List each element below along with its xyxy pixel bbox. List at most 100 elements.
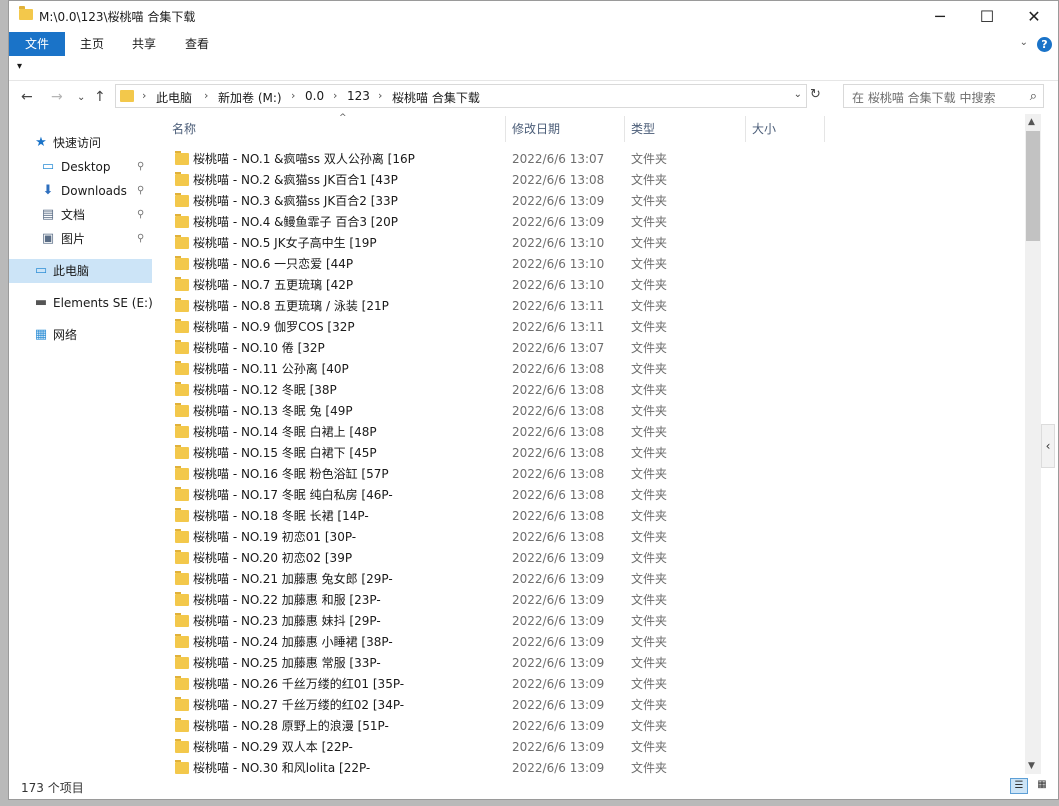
- search-input[interactable]: 在 桜桃喵 合集下载 中搜索 ⌕: [843, 84, 1044, 108]
- folder-icon: [175, 193, 189, 207]
- customize-toolbar-button[interactable]: ▾: [17, 61, 22, 72]
- file-row[interactable]: 桜桃喵 - NO.17 冬眠 纯白私房 [46P- 2022/6/6 13:08 文…: [164, 485, 1016, 506]
- search-icon: ⌕: [1029, 89, 1037, 104]
- column-divider[interactable]: [824, 116, 825, 142]
- file-row[interactable]: 桜桃喵 - NO.2 &疯猫ss JK百合1 [43P 2022/6/6 13:0…: [164, 170, 1016, 191]
- file-name: 桜桃喵 - NO.3 &疯猫ss JK百合2 [33P: [193, 194, 398, 208]
- folder-icon: [175, 508, 189, 522]
- refresh-icon[interactable]: ↻: [810, 87, 821, 102]
- tab-share[interactable]: 共享: [123, 32, 165, 56]
- recent-locations-button[interactable]: ⌄: [77, 92, 85, 103]
- breadcrumb-folder-0-0[interactable]: 0.0: [305, 89, 324, 103]
- nav-item-pictures[interactable]: ▣ 图片 ⚲: [9, 227, 152, 251]
- chevron-down-icon[interactable]: ⌄: [794, 89, 802, 100]
- maximize-button[interactable]: ☐: [964, 1, 1010, 32]
- file-row[interactable]: 桜桃喵 - NO.18 冬眠 长裙 [14P- 2022/6/6 13:08 文件夹: [164, 506, 1016, 527]
- file-row[interactable]: 桜桃喵 - NO.16 冬眠 粉色浴缸 [57P 2022/6/6 13:08 文件…: [164, 464, 1016, 485]
- details-view-icon[interactable]: ☰: [1010, 778, 1028, 794]
- preview-pane-toggle[interactable]: ‹: [1041, 424, 1055, 468]
- tab-home[interactable]: 主页: [71, 32, 113, 56]
- column-header-type[interactable]: 类型: [631, 114, 655, 144]
- nav-item-downloads[interactable]: ⬇ Downloads ⚲: [9, 179, 152, 203]
- breadcrumb-current-folder[interactable]: 桜桃喵 合集下载: [392, 89, 480, 106]
- scrollbar-thumb[interactable]: [1026, 131, 1040, 241]
- nav-item-network[interactable]: ▦ 网络: [9, 323, 152, 347]
- file-row[interactable]: 桜桃喵 - NO.8 五更琉璃 / 泳装 [21P 2022/6/6 13:11 文…: [164, 296, 1016, 317]
- file-name: 桜桃喵 - NO.21 加藤惠 兔女郎 [29P-: [193, 572, 393, 586]
- breadcrumb-drive[interactable]: 新加卷 (M:): [218, 89, 282, 106]
- nav-item-quick-access[interactable]: ★ 快速访问: [9, 131, 152, 155]
- large-icons-view-icon[interactable]: ▦: [1033, 778, 1051, 794]
- nav-item-this-pc[interactable]: ▭ 此电脑: [9, 259, 152, 283]
- file-date: 2022/6/6 13:09: [512, 551, 605, 565]
- file-row[interactable]: 桜桃喵 - NO.10 倦 [32P 2022/6/6 13:07 文件夹: [164, 338, 1016, 359]
- file-row[interactable]: 桜桃喵 - NO.7 五更琉璃 [42P 2022/6/6 13:10 文件夹: [164, 275, 1016, 296]
- nav-item-documents[interactable]: ▤ 文档 ⚲: [9, 203, 152, 227]
- file-row[interactable]: 桜桃喵 - NO.21 加藤惠 兔女郎 [29P- 2022/6/6 13:09 文…: [164, 569, 1016, 590]
- address-bar[interactable]: › 此电脑 › 新加卷 (M:) › 0.0 › 123 › 桜桃喵 合集下载 …: [115, 84, 807, 108]
- expand-ribbon-icon[interactable]: ⌄: [1020, 37, 1028, 48]
- navigation-pane: ★ 快速访问 ▭ Desktop ⚲ ⬇ Downloads ⚲ ▤ 文档 ⚲ …: [9, 114, 155, 774]
- file-row[interactable]: 桜桃喵 - NO.24 加藤惠 小睡裙 [38P- 2022/6/6 13:09 文…: [164, 632, 1016, 653]
- file-row[interactable]: 桜桃喵 - NO.9 伽罗COS [32P 2022/6/6 13:11 文件夹: [164, 317, 1016, 338]
- file-row[interactable]: 桜桃喵 - NO.14 冬眠 白裙上 [48P 2022/6/6 13:08 文件夹: [164, 422, 1016, 443]
- scroll-down-icon[interactable]: ▼: [1028, 761, 1035, 771]
- chevron-right-icon: ›: [333, 89, 338, 102]
- minimize-button[interactable]: ─: [917, 1, 963, 32]
- file-row[interactable]: 桜桃喵 - NO.11 公孙离 [40P 2022/6/6 13:08 文件夹: [164, 359, 1016, 380]
- file-date: 2022/6/6 13:09: [512, 698, 605, 712]
- file-date: 2022/6/6 13:10: [512, 278, 605, 292]
- file-row[interactable]: 桜桃喵 - NO.25 加藤惠 常服 [33P- 2022/6/6 13:09 文件…: [164, 653, 1016, 674]
- forward-button[interactable]: →: [51, 89, 63, 105]
- nav-item-desktop[interactable]: ▭ Desktop ⚲: [9, 155, 152, 179]
- tab-view[interactable]: 查看: [176, 32, 218, 56]
- file-name: 桜桃喵 - NO.22 加藤惠 和服 [23P-: [193, 593, 381, 607]
- column-header-name[interactable]: 名称: [172, 114, 196, 144]
- folder-icon: [175, 214, 189, 228]
- tab-file[interactable]: 文件: [9, 32, 65, 56]
- file-row[interactable]: 桜桃喵 - NO.5 JK女子高中生 [19P 2022/6/6 13:10 文件夹: [164, 233, 1016, 254]
- up-button[interactable]: ↑: [94, 89, 106, 105]
- back-button[interactable]: ←: [21, 89, 33, 105]
- file-name: 桜桃喵 - NO.8 五更琉璃 / 泳装 [21P: [193, 299, 389, 313]
- file-row[interactable]: 桜桃喵 - NO.1 &疯喵ss 双人公孙离 [16P 2022/6/6 13:0…: [164, 149, 1016, 170]
- file-row[interactable]: 桜桃喵 - NO.22 加藤惠 和服 [23P- 2022/6/6 13:09 文件…: [164, 590, 1016, 611]
- file-row[interactable]: 桜桃喵 - NO.28 原野上的浪漫 [51P- 2022/6/6 13:09 文件…: [164, 716, 1016, 737]
- file-row[interactable]: 桜桃喵 - NO.29 双人本 [22P- 2022/6/6 13:09 文件夹: [164, 737, 1016, 758]
- scroll-up-icon[interactable]: ▲: [1028, 117, 1035, 127]
- nav-item-label: 网络: [53, 328, 78, 342]
- file-name: 桜桃喵 - NO.5 JK女子高中生 [19P: [193, 236, 377, 250]
- file-date: 2022/6/6 13:08: [512, 173, 605, 187]
- column-divider[interactable]: [624, 116, 625, 142]
- close-button[interactable]: ✕: [1011, 1, 1057, 32]
- file-row[interactable]: 桜桃喵 - NO.26 千丝万缕的红01 [35P- 2022/6/6 13:09…: [164, 674, 1016, 695]
- file-row[interactable]: 桜桃喵 - NO.27 千丝万缕的红02 [34P- 2022/6/6 13:09…: [164, 695, 1016, 716]
- nav-item-label: 快速访问: [53, 136, 102, 150]
- column-divider[interactable]: [745, 116, 746, 142]
- breadcrumb-this-pc[interactable]: 此电脑: [156, 89, 192, 106]
- file-row[interactable]: 桜桃喵 - NO.4 &鳗鱼霏子 百合3 [20P 2022/6/6 13:09 文…: [164, 212, 1016, 233]
- file-name: 桜桃喵 - NO.20 初恋02 [39P: [193, 551, 353, 565]
- pin-icon: ⚲: [137, 209, 145, 220]
- file-row[interactable]: 桜桃喵 - NO.13 冬眠 兔 [49P 2022/6/6 13:08 文件夹: [164, 401, 1016, 422]
- column-header-date[interactable]: 修改日期: [512, 114, 560, 144]
- vertical-scrollbar[interactable]: ▲ ▼: [1025, 114, 1041, 774]
- nav-item-label: 文档: [61, 208, 86, 222]
- help-icon[interactable]: ?: [1037, 37, 1052, 52]
- column-header-size[interactable]: 大小: [752, 114, 776, 144]
- file-row[interactable]: 桜桃喵 - NO.3 &疯猫ss JK百合2 [33P 2022/6/6 13:0…: [164, 191, 1016, 212]
- file-type: 文件夹: [631, 173, 668, 187]
- folder-icon: [175, 277, 189, 291]
- file-row[interactable]: 桜桃喵 - NO.6 一只恋爱 [44P 2022/6/6 13:10 文件夹: [164, 254, 1016, 275]
- file-type: 文件夹: [631, 740, 668, 754]
- breadcrumb-folder-123[interactable]: 123: [347, 89, 370, 103]
- file-type: 文件夹: [631, 656, 668, 670]
- ribbon-tabs: 文件 主页 共享 查看 ⌄ ?: [9, 32, 1058, 58]
- file-row[interactable]: 桜桃喵 - NO.23 加藤惠 妹抖 [29P- 2022/6/6 13:09 文件…: [164, 611, 1016, 632]
- column-divider[interactable]: [505, 116, 506, 142]
- nav-item-external-drive[interactable]: ▬ Elements SE (E:): [9, 291, 153, 315]
- file-row[interactable]: 桜桃喵 - NO.12 冬眠 [38P 2022/6/6 13:08 文件夹: [164, 380, 1016, 401]
- file-row[interactable]: 桜桃喵 - NO.15 冬眠 白裙下 [45P 2022/6/6 13:08 文件夹: [164, 443, 1016, 464]
- file-row[interactable]: 桜桃喵 - NO.20 初恋02 [39P 2022/6/6 13:09 文件夹: [164, 548, 1016, 569]
- file-row[interactable]: 桜桃喵 - NO.19 初恋01 [30P- 2022/6/6 13:08 文件夹: [164, 527, 1016, 548]
